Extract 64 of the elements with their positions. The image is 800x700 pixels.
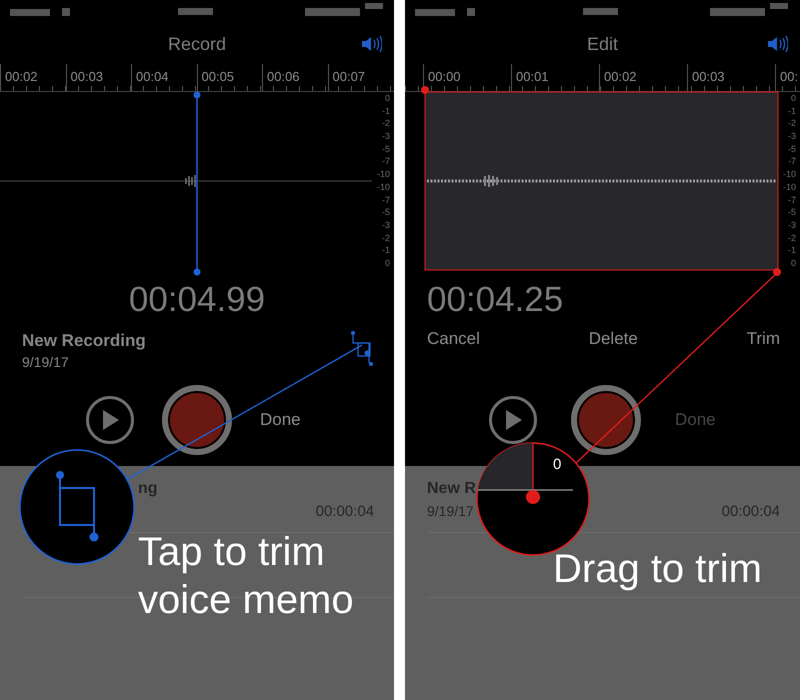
play-button[interactable] — [86, 396, 134, 444]
recording-duration: 00:00:04 — [722, 503, 780, 520]
decibel-label: -2 — [380, 232, 390, 244]
decibel-label: -5 — [786, 142, 796, 156]
ruler-time-label: 00: — [775, 64, 798, 91]
decibel-label: -7 — [380, 155, 390, 168]
elapsed-time: 00:04.25 — [427, 279, 564, 321]
ruler-time-label: 00:03 — [66, 64, 131, 91]
decibel-label: -7 — [786, 194, 796, 206]
decibel-label: 0 — [384, 256, 390, 270]
play-icon — [100, 409, 120, 431]
speaker-icon[interactable] — [360, 33, 382, 55]
decibel-label: -3 — [786, 130, 796, 143]
decibel-label: -1 — [380, 104, 390, 118]
crop-icon — [56, 471, 98, 542]
recording-name: New R — [427, 480, 476, 498]
decibel-label: 0 — [790, 92, 796, 105]
decibel-label: -3 — [380, 130, 390, 143]
decibel-label: -10 — [376, 168, 390, 181]
play-icon — [503, 409, 523, 431]
caption-text: Drag to trim — [553, 546, 762, 593]
decibel-label: -1 — [786, 104, 796, 118]
decibel-label: -5 — [380, 206, 390, 219]
decibel-label: -7 — [380, 194, 390, 206]
decibel-label: -3 — [786, 218, 796, 232]
ruler-time-label: 00:05 — [196, 64, 262, 91]
decibel-label: -2 — [786, 117, 796, 130]
ruler-time-label: 00:07 — [328, 64, 393, 91]
decibel-label: -1 — [380, 244, 390, 257]
decibel-label: 0 — [790, 256, 796, 270]
elapsed-time: 00:04.99 — [128, 279, 266, 321]
trim-selection[interactable] — [424, 92, 778, 270]
decibel-label: -10 — [376, 180, 390, 194]
decibel-label: -5 — [786, 206, 796, 219]
decibel-label: -2 — [786, 232, 796, 244]
recording-date: 9/19/17 — [22, 353, 70, 372]
ruler-time-label: 00:02 — [0, 64, 66, 91]
ruler-time-label: 00:06 — [262, 64, 328, 91]
decibel-label: 0 — [384, 92, 390, 105]
decibel-label: -7 — [786, 155, 796, 168]
screen-title: Record — [168, 34, 226, 54]
done-button[interactable]: Done — [260, 410, 301, 430]
recording-duration: 00:00:04 — [316, 503, 374, 520]
caption-text: Tap to trim voice memo — [138, 529, 355, 624]
screen-title: Edit — [586, 34, 618, 54]
speaker-icon[interactable] — [766, 33, 788, 55]
action-button[interactable]: Cancel — [427, 328, 480, 350]
decibel-label: -3 — [380, 218, 390, 232]
recording-name: ng — [138, 480, 158, 498]
decibel-label: -10 — [782, 180, 796, 194]
ruler-time-label: 00:04 — [131, 64, 196, 91]
trim-start-handle[interactable] — [421, 86, 429, 94]
zoom-value-label: 0 — [553, 456, 562, 473]
decibel-label: -2 — [380, 117, 390, 130]
recording-name: New Recording — [22, 330, 146, 352]
trim-end-handle[interactable] — [773, 268, 781, 276]
action-button[interactable]: Delete — [588, 328, 638, 350]
decibel-label: -1 — [786, 244, 796, 257]
decibel-label: -5 — [380, 142, 390, 156]
decibel-label: -10 — [782, 168, 796, 181]
recording-date: 9/19/17 — [427, 503, 474, 519]
crop-icon[interactable] — [350, 330, 374, 366]
playhead[interactable] — [194, 92, 200, 276]
action-button[interactable]: Trim — [746, 328, 780, 350]
